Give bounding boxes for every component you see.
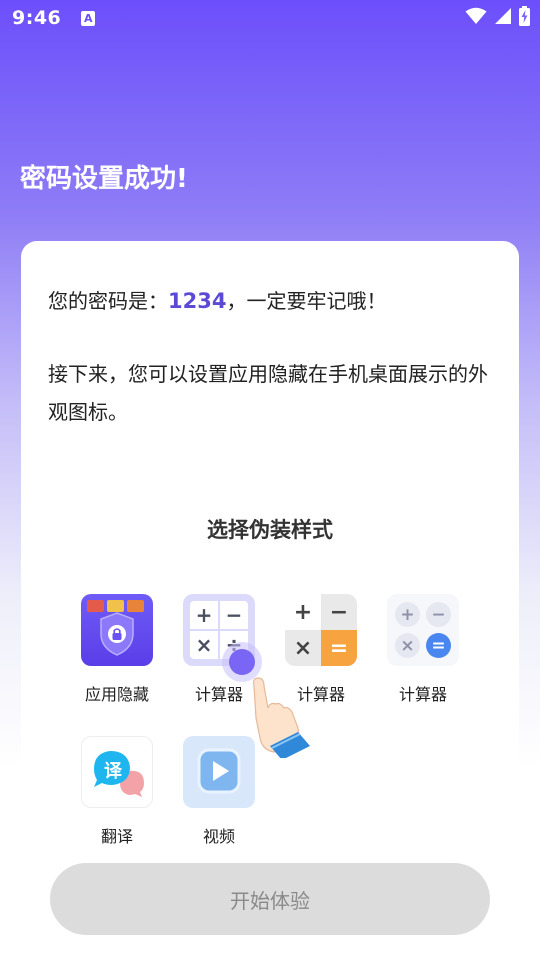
calculator-soft-icon: + − × = xyxy=(387,594,459,666)
start-experience-button[interactable]: 开始体验 xyxy=(50,863,490,935)
wifi-icon xyxy=(465,7,487,24)
times-key-icon: × xyxy=(190,631,218,659)
style-label: 计算器 xyxy=(398,685,447,704)
password-line: 您的密码是：1234，一定要牢记哦！ xyxy=(48,285,386,314)
description-text: 接下来，您可以设置应用隐藏在手机桌面展示的外观图标。 xyxy=(48,362,488,424)
notification-a-icon: A xyxy=(81,10,96,26)
app-hide-icon xyxy=(81,594,153,666)
equals-key-icon: = xyxy=(426,633,451,658)
style-label: 视频 xyxy=(202,827,235,846)
plus-key-icon: + xyxy=(190,601,218,629)
style-label: 翻译 xyxy=(100,827,133,846)
password-prefix: 您的密码是： xyxy=(48,289,168,313)
equals-key-icon: = xyxy=(321,630,357,666)
signal-icon xyxy=(495,8,511,24)
style-option-app-hide[interactable]: 应用隐藏 xyxy=(65,594,169,705)
page-title: 密码设置成功! xyxy=(20,164,188,194)
status-bar: 9:46 A xyxy=(0,0,540,36)
status-time: 9:46 xyxy=(12,7,62,29)
plus-key-icon: + xyxy=(285,594,321,630)
battery-charging-icon xyxy=(519,6,530,26)
style-option-calculator-3[interactable]: + − × = 计算器 xyxy=(371,594,475,705)
status-icons xyxy=(465,6,530,26)
times-key-icon: × xyxy=(395,633,420,658)
plus-key-icon: + xyxy=(395,602,420,627)
minus-key-icon: − xyxy=(321,594,357,630)
translate-glyph: 译 xyxy=(104,761,122,782)
translate-icon: 译 xyxy=(81,736,153,808)
tap-hint-hand-icon xyxy=(222,642,310,758)
minus-key-icon: − xyxy=(220,601,248,629)
password-suffix: ，一定要牢记哦！ xyxy=(226,289,387,313)
password-value: 1234 xyxy=(168,289,227,313)
style-label: 应用隐藏 xyxy=(84,685,149,704)
choose-style-title: 选择伪装样式 xyxy=(207,518,333,542)
minus-key-icon: − xyxy=(426,602,451,627)
style-option-translate[interactable]: 译 翻译 xyxy=(65,736,169,847)
